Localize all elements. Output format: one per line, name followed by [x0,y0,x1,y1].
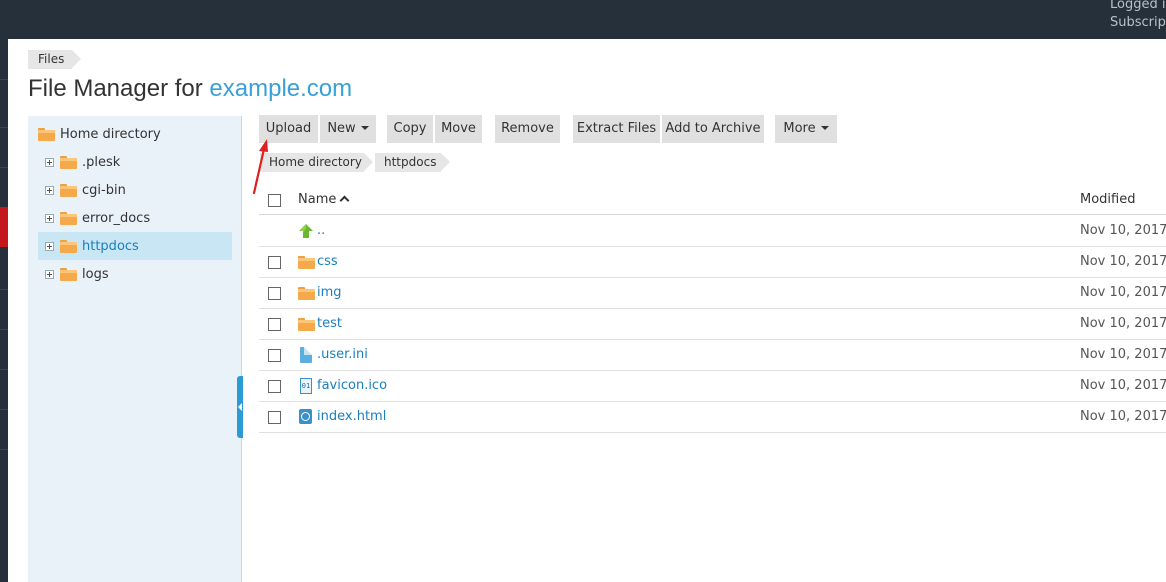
expand-icon[interactable] [45,157,54,167]
folder-icon [60,211,77,225]
modified-date: Nov 10, 2017 0 [1080,285,1166,300]
subscription-text: Subscription [1110,15,1166,30]
breadcrumb-files[interactable]: Files [28,50,82,69]
new-label: New [327,121,356,136]
expand-icon[interactable] [45,241,54,251]
expand-icon[interactable] [45,185,54,195]
modified-date: Nov 10, 2017 0 [1080,223,1166,238]
folder-icon [60,267,77,281]
move-button[interactable]: Move [435,115,482,143]
column-modified-header[interactable]: Modified [1080,192,1135,207]
file-name-link[interactable]: css [317,254,338,269]
more-button[interactable]: More [775,115,837,143]
column-name-label: Name [298,192,337,207]
table-row[interactable]: .. Nov 10, 2017 0 [259,216,1166,247]
modified-date: Nov 10, 2017 0 [1080,254,1166,269]
chevron-down-icon [820,126,829,130]
user-info[interactable]: Logged in Subscription [1110,0,1166,32]
file-manager-dialog: Files File Manager for example.com Home … [8,39,1166,582]
chevron-down-icon [360,126,369,130]
left-nav-strip [0,39,8,582]
tree-item-label: logs [82,266,109,282]
tree-item-httpdocs[interactable]: httpdocs [38,232,232,260]
path-home-directory[interactable]: Home directory [260,153,373,172]
collapse-tree-handle[interactable] [237,376,243,438]
folder-icon [38,127,55,141]
file-name-link[interactable]: .user.ini [317,347,368,362]
move-label: Move [441,121,476,136]
folder-icon [60,155,77,169]
upload-label: Upload [265,121,312,136]
sort-ascending-icon [339,195,350,206]
table-row[interactable]: .user.ini Nov 10, 2017 0 [259,340,1166,371]
tree-item-label: httpdocs [82,238,139,254]
row-checkbox[interactable] [268,380,281,393]
tree-item-label: Home directory [60,126,161,142]
directory-tree: Home directory .plesk cgi-bin error_docs… [28,116,242,582]
expand-icon[interactable] [45,269,54,279]
modified-date: Nov 10, 2017 0 [1080,378,1166,393]
file-icon [300,347,312,363]
tree-item-label: cgi-bin [82,182,126,198]
tree-item-plesk[interactable]: .plesk [45,148,232,176]
table-header: Name Modified [259,185,1166,215]
modified-date: Nov 10, 2017 0 [1080,316,1166,331]
folder-icon [60,183,77,197]
modified-date: Nov 10, 2017 0 [1080,409,1166,424]
table-row[interactable]: index.html Nov 10, 2017 0 [259,402,1166,433]
column-name-header[interactable]: Name [298,192,350,207]
file-name-link[interactable]: .. [317,223,325,238]
file-name-link[interactable]: favicon.ico [317,378,387,393]
modified-date: Nov 10, 2017 0 [1080,347,1166,362]
remove-button[interactable]: Remove [495,115,560,143]
folder-icon [298,318,315,331]
tree-item-label: .plesk [82,154,121,170]
folder-icon [298,256,315,269]
remove-label: Remove [501,121,554,136]
table-row[interactable]: css Nov 10, 2017 0 [259,247,1166,278]
title-prefix: File Manager for [28,75,210,102]
copy-button[interactable]: Copy [387,115,433,143]
folder-icon [298,287,315,300]
file-name-link[interactable]: test [317,316,342,331]
more-label: More [783,121,816,136]
extract-files-button[interactable]: Extract Files [573,115,660,143]
table-row[interactable]: test Nov 10, 2017 0 [259,309,1166,340]
binary-file-icon: 01 [300,378,312,394]
page-title: File Manager for example.com [28,75,352,103]
path-httpdocs[interactable]: httpdocs [375,153,450,172]
active-nav-marker [0,207,8,247]
tree-item-error-docs[interactable]: error_docs [45,204,232,232]
tree-item-cgi-bin[interactable]: cgi-bin [45,176,232,204]
new-button[interactable]: New [320,115,376,143]
row-checkbox[interactable] [268,287,281,300]
table-row[interactable]: 01 favicon.ico Nov 10, 2017 0 [259,371,1166,402]
table-row[interactable]: img Nov 10, 2017 0 [259,278,1166,309]
parent-directory-icon [299,224,313,238]
file-name-link[interactable]: img [317,285,342,300]
copy-label: Copy [393,121,427,136]
add-to-archive-button[interactable]: Add to Archive [662,115,764,143]
row-checkbox[interactable] [268,318,281,331]
extract-label: Extract Files [576,121,657,136]
tree-root-home[interactable]: Home directory [38,120,232,148]
title-domain[interactable]: example.com [209,75,352,102]
archive-label: Add to Archive [665,121,761,136]
select-all-checkbox[interactable] [268,194,281,207]
row-checkbox[interactable] [268,256,281,269]
logged-in-text: Logged in [1110,0,1166,12]
expand-icon[interactable] [45,213,54,223]
top-bar: Logged in Subscription [0,0,1166,39]
file-name-link[interactable]: index.html [317,409,386,424]
folder-icon [60,239,77,253]
html-file-icon [299,409,312,424]
tree-item-logs[interactable]: logs [45,260,232,288]
row-checkbox[interactable] [268,349,281,362]
row-checkbox[interactable] [268,411,281,424]
tree-item-label: error_docs [82,210,151,226]
